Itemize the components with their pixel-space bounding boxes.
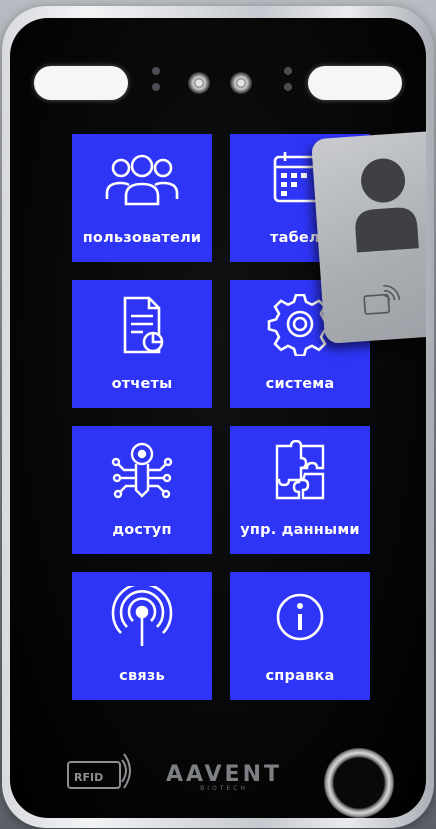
connection-label: связь: [119, 668, 165, 684]
help-label: справка: [265, 668, 335, 684]
data-management-tile[interactable]: упр. данными: [230, 426, 370, 554]
led-indicator-left: [34, 66, 128, 100]
puzzle-icon: [230, 438, 370, 504]
access-label: доступ: [112, 522, 172, 538]
terminal-device: пользователи табель отчеты система досту…: [2, 6, 434, 828]
connection-tile[interactable]: связь: [72, 572, 212, 700]
brand-logo: AAVENT BIOTECH: [160, 762, 288, 792]
sensor-dots-left: [152, 67, 160, 99]
rfid-card: [311, 129, 426, 344]
users-tile[interactable]: пользователи: [72, 134, 212, 262]
led-indicator-right: [308, 66, 402, 100]
camera-left: [188, 72, 210, 94]
users-icon: [72, 146, 212, 212]
card-rfid-icon: [361, 282, 401, 319]
reports-tile[interactable]: отчеты: [72, 280, 212, 408]
reports-label: отчеты: [111, 376, 173, 392]
person-icon: [346, 152, 423, 253]
data-management-label: упр. данными: [240, 522, 360, 538]
info-icon: [230, 584, 370, 650]
users-label: пользователи: [82, 230, 202, 246]
terminal-screen: пользователи табель отчеты система досту…: [10, 18, 426, 818]
access-icon: [72, 438, 212, 504]
help-tile[interactable]: справка: [230, 572, 370, 700]
fingerprint-scanner[interactable]: [324, 748, 394, 818]
access-tile[interactable]: доступ: [72, 426, 212, 554]
system-label: система: [265, 376, 335, 392]
sensor-dots-right: [284, 67, 292, 99]
rfid-reader-label: RFID: [74, 771, 103, 784]
rfid-reader-icon: RFID: [66, 752, 134, 792]
report-icon: [72, 292, 212, 358]
camera-right: [230, 72, 252, 94]
signal-icon: [72, 584, 212, 650]
brand-name: AAVENT: [165, 762, 283, 787]
